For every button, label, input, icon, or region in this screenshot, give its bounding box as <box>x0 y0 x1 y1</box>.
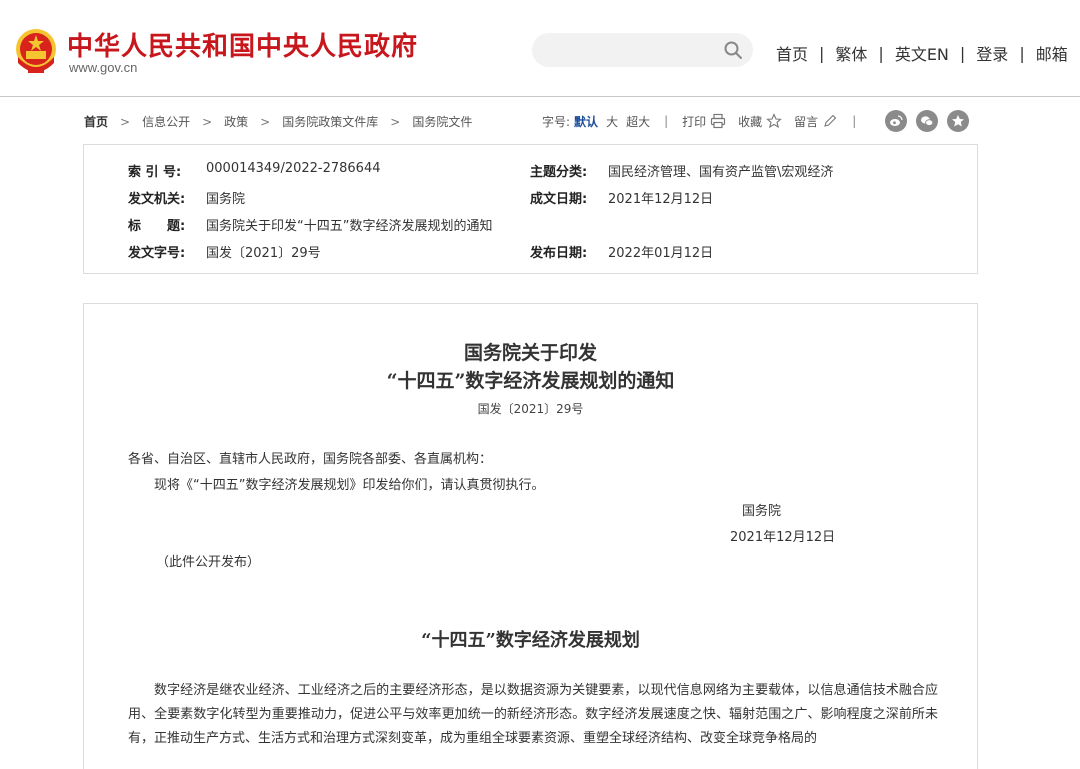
info-value: 2022年01月12日 <box>608 246 714 261</box>
info-value: 000014349/2022-2786644 <box>206 161 381 176</box>
search-box <box>532 33 753 67</box>
plan-body-paragraph: 数字经济是继农业经济、工业经济之后的主要经济形态，是以数据资源为关键要素，以现代… <box>128 683 938 746</box>
nav-separator: | <box>959 43 966 63</box>
info-label: 标 题: <box>128 219 186 234</box>
info-title: 标 题: 国务院关于印发“十四五”数字经济发展规划的通知 <box>128 215 492 234</box>
article-tools: 字号: 默认 大 超大 | 打印 收藏 留言 | <box>542 109 970 133</box>
national-emblem-icon[interactable] <box>14 27 58 75</box>
nav-mail[interactable]: 邮箱 <box>1036 41 1068 65</box>
nav-english[interactable]: 英文EN <box>895 41 949 65</box>
info-label: 索 引 号: <box>128 165 182 180</box>
comment-button[interactable]: 留言 <box>794 113 818 130</box>
nav-separator: | <box>1019 43 1025 63</box>
nav-separator: | <box>819 43 825 63</box>
breadcrumb-state-council-docs[interactable]: 国务院文件 <box>412 113 472 130</box>
info-value: 国务院 <box>206 192 246 207</box>
info-label: 发文机关: <box>128 192 186 207</box>
info-label: 主题分类: <box>530 165 588 180</box>
breadcrumb-arrow: > <box>260 114 271 129</box>
font-size-label: 字号: <box>542 114 571 129</box>
breadcrumb: 首页 > 信息公开 > 政策 > 国务院政策文件库 > 国务院文件 <box>84 113 472 130</box>
tools-separator: | <box>852 114 857 128</box>
site-header: 中华人民共和国中央人民政府 www.gov.cn 首页 | 繁体 | 英文EN … <box>0 0 1080 97</box>
info-label: 成文日期: <box>530 192 588 207</box>
breadcrumb-arrow: > <box>390 114 401 129</box>
breadcrumb-home[interactable]: 首页 <box>84 113 108 130</box>
info-value: 国民经济管理、国有资产监管\宏观经济 <box>608 165 834 180</box>
breadcrumb-info-disclosure[interactable]: 信息公开 <box>142 113 190 130</box>
info-index-no: 索 引 号: 000014349/2022-2786644 <box>128 161 381 180</box>
nav-home[interactable]: 首页 <box>776 41 808 65</box>
document-info-table: 索 引 号: 000014349/2022-2786644 主题分类: 国民经济… <box>83 144 978 274</box>
share-bar <box>876 110 970 132</box>
article-public-note: （此件公开发布） <box>156 555 261 570</box>
font-size-large[interactable]: 大 <box>606 113 618 130</box>
site-url[interactable]: www.gov.cn <box>69 60 137 75</box>
search-input[interactable] <box>548 40 718 60</box>
article-title-line1: 国务院关于印发 <box>463 342 597 364</box>
article-signer: 国务院 <box>742 504 782 519</box>
breadcrumb-policy[interactable]: 政策 <box>224 113 248 130</box>
site-title[interactable]: 中华人民共和国中央人民政府 <box>67 26 418 63</box>
wechat-icon[interactable] <box>916 110 939 132</box>
article-sign-date: 2021年12月12日 <box>730 530 836 545</box>
info-label: 发文字号: <box>128 246 186 261</box>
plan-title: “十四五”数字经济发展规划 <box>421 630 640 651</box>
nav-traditional[interactable]: 繁体 <box>835 41 867 65</box>
info-label: 发布日期: <box>530 246 588 261</box>
favorite-button[interactable]: 收藏 <box>738 113 762 130</box>
pencil-icon[interactable] <box>822 113 838 129</box>
article-salutation: 各省、自治区、直辖市人民政府，国务院各部委、各直属机构： <box>128 452 493 467</box>
print-button[interactable]: 打印 <box>682 113 706 130</box>
weibo-icon[interactable] <box>885 110 908 132</box>
star-outline-icon[interactable] <box>766 113 783 129</box>
printer-icon[interactable] <box>710 113 726 129</box>
tools-separator: | <box>664 114 669 128</box>
info-category: 主题分类: 国民经济管理、国有资产监管\宏观经济 <box>530 161 833 180</box>
nav-separator: | <box>878 43 884 63</box>
article-title-line2: “十四五”数字经济发展规划的通知 <box>386 370 675 392</box>
breadcrumb-arrow: > <box>202 114 213 129</box>
info-doc-no: 发文字号: 国发〔2021〕29号 <box>128 242 321 261</box>
article-notice: 现将《“十四五”数字经济发展规划》印发给你们，请认真贯彻执行。 <box>154 478 545 493</box>
article-body: 国务院关于印发 “十四五”数字经济发展规划的通知 国发〔2021〕29号 各省、… <box>83 303 978 769</box>
info-value: 国务院关于印发“十四五”数字经济发展规划的通知 <box>206 219 493 234</box>
nav-login[interactable]: 登录 <box>976 41 1008 65</box>
article-doc-number: 国发〔2021〕29号 <box>477 402 584 416</box>
font-size-default[interactable]: 默认 <box>574 113 598 130</box>
breadcrumb-policy-library[interactable]: 国务院政策文件库 <box>282 113 378 130</box>
font-size-xlarge[interactable]: 超大 <box>626 113 650 130</box>
info-issuer: 发文机关: 国务院 <box>128 188 245 207</box>
star-icon[interactable] <box>947 110 970 132</box>
info-value: 国发〔2021〕29号 <box>206 246 321 261</box>
info-value: 2021年12月12日 <box>608 192 714 207</box>
breadcrumb-arrow: > <box>120 114 131 129</box>
top-nav: 首页 | 繁体 | 英文EN | 登录 | 邮箱 <box>776 41 1068 65</box>
info-publish-date: 发布日期: 2022年01月12日 <box>530 242 713 261</box>
search-icon[interactable] <box>723 40 743 60</box>
info-written-date: 成文日期: 2021年12月12日 <box>530 188 713 207</box>
